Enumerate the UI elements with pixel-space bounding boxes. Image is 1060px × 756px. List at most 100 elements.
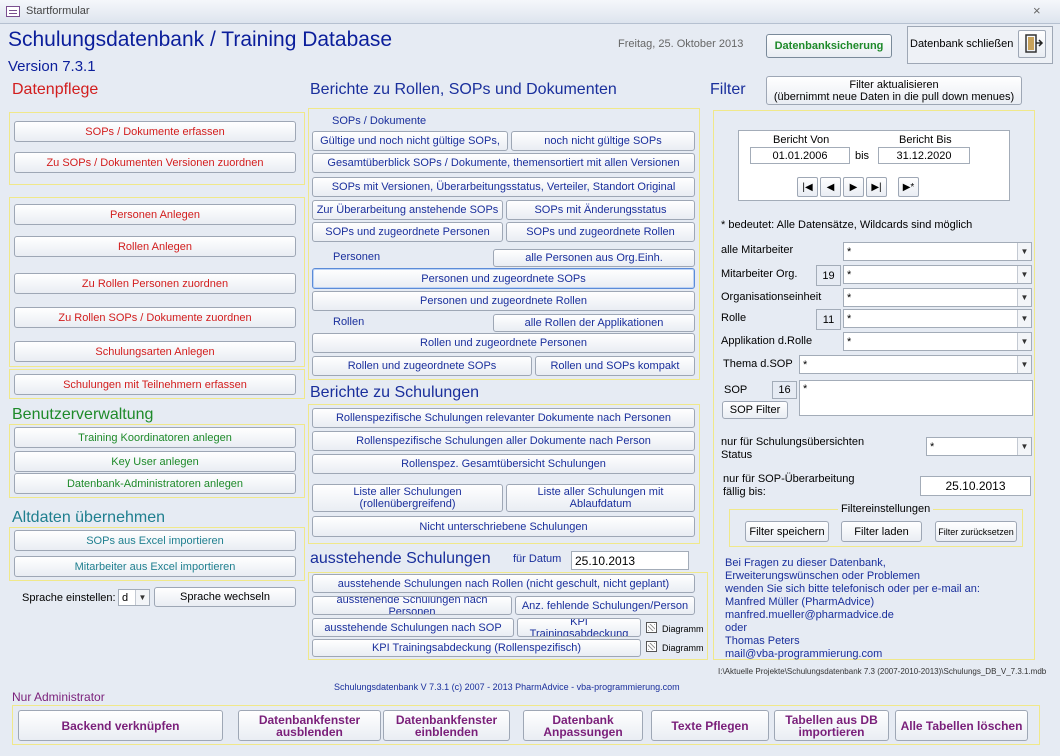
mitarbeiter-select[interactable]: * ▼ [843, 242, 1032, 261]
status-label-1: nur für Schulungsübersichten [721, 436, 865, 448]
nicht-unterschrieben-button[interactable]: Nicht unterschriebene Schulungen [312, 516, 695, 537]
wildcard-note: * bedeutet: Alle Datensätze, Wildcards s… [721, 219, 973, 231]
ausstehend-datum-field[interactable]: 25.10.2013 [571, 551, 689, 570]
dbfenster-ausblenden-button[interactable]: Datenbankfenster ausblenden [238, 710, 381, 741]
chevron-down-icon[interactable]: ▼ [1017, 310, 1031, 327]
schulungsarten-button[interactable]: Schulungsarten Anlegen [14, 341, 296, 362]
chevron-down-icon[interactable]: ▼ [135, 590, 149, 605]
faellig-field[interactable]: 25.10.2013 [920, 476, 1031, 496]
sops-versionen-report-button[interactable]: SOPs mit Versionen, Überarbeitungsstatus… [312, 177, 695, 197]
rolle-select[interactable]: * ▼ [843, 309, 1032, 328]
rollen-personen-report-button[interactable]: Rollen und zugeordnete Personen [312, 333, 695, 353]
rollenspez-relevant-button[interactable]: Rollenspezifische Schulungen relevanter … [312, 408, 695, 428]
training-koordinatoren-button[interactable]: Training Koordinatoren anlegen [14, 427, 296, 448]
filter-laden-button[interactable]: Filter laden [841, 521, 922, 542]
ueberarbeitung-sops-button[interactable]: Zur Überarbeitung anstehende SOPs [312, 200, 503, 220]
rollen-sops-kompakt-button[interactable]: Rollen und SOPs kompakt [535, 356, 695, 376]
last-record-icon[interactable]: ▶| [866, 177, 887, 197]
chevron-down-icon[interactable]: ▼ [1017, 333, 1031, 350]
rollen-sops-report-button[interactable]: Rollen und zugeordnete SOPs [312, 356, 532, 376]
backend-verknuepfen-button[interactable]: Backend verknüpfen [18, 710, 223, 741]
rollen-anlegen-button[interactable]: Rollen Anlegen [14, 236, 296, 257]
new-record-icon[interactable]: ▶* [898, 177, 919, 197]
personen-rollen-button[interactable]: Personen und zugeordnete Rollen [312, 291, 695, 311]
schulungen-teilnehmer-button[interactable]: Schulungen mit Teilnehmern erfassen [14, 374, 296, 395]
rollen-personen-button[interactable]: Zu Rollen Personen zuordnen [14, 273, 296, 294]
section-altdaten: Altdaten übernehmen [12, 509, 165, 526]
exit-door-icon[interactable] [1018, 30, 1046, 58]
fehlende-schulungen-button[interactable]: Anz. fehlende Schulungen/Person [515, 596, 695, 615]
sprache-select[interactable]: d ▼ [118, 589, 150, 606]
gesamtueberblick-sops-button[interactable]: Gesamtüberblick SOPs / Dokumente, themen… [312, 153, 695, 173]
chevron-down-icon[interactable]: ▼ [1017, 289, 1031, 306]
einheit-select[interactable]: * ▼ [843, 288, 1032, 307]
gueltige-sops-button[interactable]: Gültige und noch nicht gültige SOPs, [312, 131, 508, 151]
org-select[interactable]: * ▼ [843, 265, 1032, 284]
liste-schulungen-line1: Liste aller Schulungen [353, 486, 462, 498]
filter-aktualisieren-button[interactable]: Filter aktualisieren (übernimmt neue Dat… [766, 76, 1022, 105]
next-record-icon[interactable]: ▶ [843, 177, 864, 197]
section-berichte-rollen: Berichte zu Rollen, SOPs und Dokumenten [310, 81, 617, 98]
filter-zuruecksetzen-button[interactable]: Filter zurücksetzen [935, 521, 1017, 542]
sops-personen-button[interactable]: SOPs und zugeordnete Personen [312, 222, 503, 242]
tabellen-importieren-button[interactable]: Tabellen aus DB importieren [774, 710, 889, 741]
chevron-down-icon[interactable]: ▼ [1017, 356, 1031, 373]
texte-pflegen-button[interactable]: Texte Pflegen [651, 710, 769, 741]
sprache-wechseln-button[interactable]: Sprache wechseln [154, 587, 296, 607]
liste-ablaufdatum-button[interactable]: Liste aller Schulungen mit Ablaufdatum [506, 484, 695, 512]
ausstehend-sop-button[interactable]: ausstehende Schulungen nach SOP [312, 618, 514, 637]
dbfenster-einblenden-button[interactable]: Datenbankfenster einblenden [383, 710, 510, 741]
sops-erfassen-button[interactable]: SOPs / Dokumente erfassen [14, 121, 296, 142]
rollen-sops-button[interactable]: Zu Rollen SOPs / Dokumente zuordnen [14, 307, 296, 328]
ausstehend-rollen-button[interactable]: ausstehende Schulungen nach Rollen (nich… [312, 574, 695, 593]
liste-schulungen-button[interactable]: Liste aller Schulungen (rollenübergreife… [312, 484, 503, 512]
sops-versionen-button[interactable]: Zu SOPs / Dokumenten Versionen zuordnen [14, 152, 296, 173]
version-label: Version 7.3.1 [8, 58, 96, 75]
window-title: Startformular [26, 5, 90, 17]
mitarbeiter-excel-import-button[interactable]: Mitarbeiter aus Excel importieren [14, 556, 296, 577]
contact-line: oder [725, 622, 748, 634]
sop-textarea[interactable]: * [799, 380, 1033, 416]
tabellen-loeschen-button[interactable]: Alle Tabellen löschen [895, 710, 1028, 741]
personen-sops-button[interactable]: Personen und zugeordnete SOPs [312, 268, 695, 289]
personen-anlegen-button[interactable]: Personen Anlegen [14, 204, 296, 225]
status-value: * [930, 440, 935, 453]
rollenspez-alle-button[interactable]: Rollenspezifische Schulungen aller Dokum… [312, 431, 695, 451]
kpi-rollenspez-button[interactable]: KPI Trainingsabdeckung (Rollenspezifisch… [312, 639, 641, 657]
key-user-button[interactable]: Key User anlegen [14, 451, 296, 472]
chevron-down-icon[interactable]: ▼ [1017, 243, 1031, 260]
chevron-down-icon[interactable]: ▼ [1017, 266, 1031, 283]
sops-rollen-button[interactable]: SOPs und zugeordnete Rollen [506, 222, 695, 242]
backup-button[interactable]: Datenbanksicherung [766, 34, 892, 58]
close-db-label[interactable]: Datenbank schließen [910, 38, 1013, 50]
rollenspez-gesamt-button[interactable]: Rollenspez. Gesamtübersicht Schulungen [312, 454, 695, 474]
close-icon[interactable]: × [1033, 3, 1041, 18]
kpi-rollenspez-diagramm-checkbox[interactable] [646, 641, 657, 652]
thema-value: * [803, 358, 808, 371]
thema-label: Thema d.SOP [723, 358, 793, 370]
org-value: * [847, 268, 852, 281]
prev-record-icon[interactable]: ◀ [820, 177, 841, 197]
ausstehend-personen-button[interactable]: ausstehende Schulungen nach Personen [312, 596, 512, 615]
chevron-down-icon[interactable]: ▼ [1017, 438, 1031, 455]
sop-filter-button[interactable]: SOP Filter [722, 401, 788, 419]
status-label-2: Status [721, 449, 753, 461]
status-select[interactable]: * ▼ [926, 437, 1032, 456]
kpi-button[interactable]: KPI Trainingsabdeckung [517, 618, 641, 637]
sops-excel-import-button[interactable]: SOPs aus Excel importieren [14, 530, 296, 551]
thema-select[interactable]: * ▼ [799, 355, 1032, 374]
bericht-bis-field[interactable]: 31.12.2020 [878, 147, 970, 164]
personen-org-button[interactable]: alle Personen aus Org.Einh. [493, 249, 695, 267]
nicht-gueltige-sops-button[interactable]: noch nicht gültige SOPs [511, 131, 695, 151]
einheit-value: * [847, 291, 852, 304]
kpi-diagramm-checkbox[interactable] [646, 622, 657, 633]
dbfenster-einblenden-line2: einblenden [414, 724, 479, 739]
db-anpassungen-button[interactable]: Datenbank Anpassungen [523, 710, 643, 741]
bericht-von-field[interactable]: 01.01.2006 [750, 147, 850, 164]
filter-speichern-button[interactable]: Filter speichern [745, 521, 829, 542]
first-record-icon[interactable]: |◀ [797, 177, 818, 197]
db-admin-button[interactable]: Datenbank-Administratoren anlegen [14, 473, 296, 494]
applikation-select[interactable]: * ▼ [843, 332, 1032, 351]
sops-aenderungsstatus-button[interactable]: SOPs mit Änderungsstatus [506, 200, 695, 220]
rollen-applikationen-button[interactable]: alle Rollen der Applikationen [493, 314, 695, 332]
